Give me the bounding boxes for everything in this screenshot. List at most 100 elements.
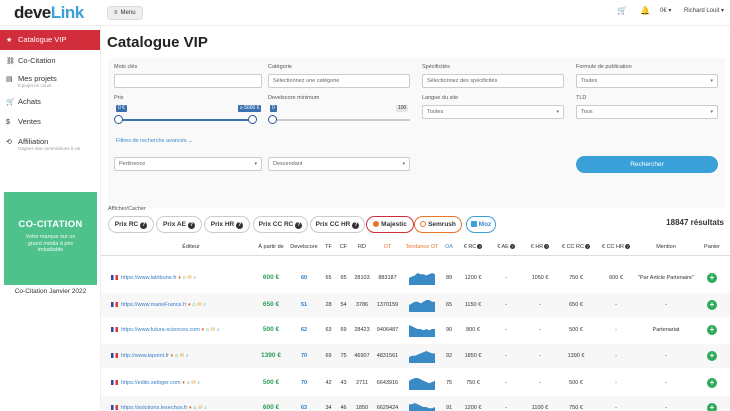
advanced-filters-toggle[interactable]: Filtres de recherche avancés ⌄ [116, 138, 193, 144]
home-icon: ⌂ [192, 302, 196, 308]
share-icon: ⟲ [6, 139, 12, 146]
ds-cell[interactable]: 63 [288, 396, 320, 411]
develscore-slider-track[interactable] [272, 119, 410, 121]
toggle-prix-hr[interactable]: Prix HR? [204, 216, 250, 233]
sidebar-item-label: Affiliation [18, 137, 49, 146]
ds-cell[interactable]: 62 [288, 318, 320, 342]
header-cc-hr[interactable]: € CC HR? [597, 244, 635, 250]
ds-cell[interactable]: 70 [288, 371, 320, 395]
price-cell: 500 € [262, 326, 280, 333]
header-hr[interactable]: € HR? [524, 244, 556, 250]
toggle-prix-cc-hr[interactable]: Prix CC HR? [310, 216, 365, 233]
ccrc-cell: 750 € [569, 275, 583, 281]
cchr-cell: - [615, 405, 617, 411]
sidebar-item-ventes[interactable]: $ Ventes [0, 114, 100, 129]
sort-select[interactable]: Pertinence ▾ [114, 157, 262, 171]
ds-cell[interactable]: 70 [288, 344, 320, 368]
category-select[interactable]: Sélectionnez une catégorie [268, 74, 410, 88]
ae-cell: - [505, 275, 507, 281]
header-label: RD [358, 244, 366, 250]
balance-dropdown[interactable]: 0€ ▾ [660, 7, 671, 14]
site-link[interactable]: https://www.latribune.fr [121, 275, 177, 281]
sidebar-item-catalogue-vip[interactable]: ★ Catalogue VIP [0, 30, 100, 50]
sidebar-item-affiliation[interactable]: ⟲ Affiliation Gagnez des commissions à vi… [0, 134, 100, 154]
rd-cell: 28423 [354, 327, 370, 333]
add-to-cart-icon[interactable]: + [707, 300, 717, 310]
bell-icon[interactable]: 🔔 [640, 6, 650, 15]
tf-cell: 28 [325, 302, 332, 308]
ot-cell: 4831561 [376, 353, 399, 359]
add-to-cart-icon[interactable]: + [707, 351, 717, 361]
specifics-select[interactable]: Sélectionnez des spécificités [422, 74, 564, 88]
menu-button[interactable]: ≡ Menu [107, 6, 143, 20]
cart-icon[interactable]: 🛒 [617, 6, 627, 15]
develscore-slider-handle[interactable] [268, 115, 277, 124]
toggle-prix-rc[interactable]: Prix RC? [108, 216, 154, 233]
link-icon: ⛓ [6, 58, 15, 65]
help-icon: ? [352, 222, 360, 229]
toggle-semrush[interactable]: Semrush [414, 216, 462, 233]
header-price[interactable]: À partir de [251, 244, 291, 250]
rc-cell: 1200 € [464, 275, 482, 281]
co-citation-promo[interactable]: CO-CITATION Votre marque sur un grand mé… [4, 192, 97, 285]
toggle-majestic[interactable]: Majestic [366, 216, 414, 233]
site-link[interactable]: https://www.marieFrance.fr [121, 302, 186, 308]
cchr-cell: - [615, 353, 617, 359]
toggle-prix-cc-rc[interactable]: Prix CC RC? [253, 216, 308, 233]
header-mention[interactable]: Mention [636, 244, 696, 250]
sidebar-item-achats[interactable]: 🛒 Achats [0, 94, 100, 109]
header-ae[interactable]: € AE? [491, 244, 521, 250]
sparkline-area [409, 273, 435, 285]
mail-icon: ✉ [197, 405, 203, 411]
ot-cell: 883187 [378, 275, 397, 281]
language-label: Langue du site [422, 95, 459, 101]
logo[interactable]: deveLink [14, 3, 84, 23]
toggle-prix-ae[interactable]: Prix AE? [156, 216, 202, 233]
ds-cell[interactable]: 51 [288, 293, 320, 317]
header-editeur[interactable]: Éditeur [131, 244, 251, 250]
add-to-cart-icon[interactable]: + [707, 273, 717, 283]
header-cc-rc[interactable]: € CC RC? [557, 244, 595, 250]
toggle-moz[interactable]: Moz [466, 216, 496, 233]
mention-cell: - [665, 302, 667, 308]
france-flag-icon [111, 326, 118, 332]
price-slider-min-handle[interactable] [114, 115, 123, 124]
site-link[interactable]: https://solutions.lesechos.fr [121, 405, 187, 411]
order-select[interactable]: Descendant ▾ [268, 157, 410, 171]
header-tf[interactable]: TF [321, 244, 336, 250]
oa-cell: 90 [445, 327, 453, 333]
header-oa[interactable]: OA [441, 244, 457, 250]
site-link[interactable]: https://edito.seloger.com [121, 380, 181, 386]
twitter-icon: ♪ [203, 302, 206, 308]
user-menu[interactable]: Richard Louit ▾ [684, 7, 724, 14]
header-ot[interactable]: OT [375, 244, 400, 250]
tld-select[interactable]: Tous ▾ [576, 105, 718, 119]
site-link[interactable]: http://www.lepoint.fr [121, 353, 169, 359]
help-icon: ? [509, 244, 515, 249]
language-select[interactable]: Toutes ▾ [422, 105, 564, 119]
site-link[interactable]: https://www.futura-sciences.com [121, 327, 200, 333]
add-to-cart-icon[interactable]: + [707, 403, 717, 411]
price-slider-max-handle[interactable] [248, 115, 257, 124]
help-icon: ? [140, 222, 148, 229]
header-rc[interactable]: € RC? [457, 244, 489, 250]
add-to-cart-icon[interactable]: + [707, 378, 717, 388]
header-cf[interactable]: CF [336, 244, 351, 250]
hr-cell: - [539, 380, 541, 386]
sidebar-item-mes-projets[interactable]: ▤ Mes projets 0 projet en cours [0, 71, 100, 91]
mail-icon: ✉ [187, 275, 192, 281]
formula-select[interactable]: Toutes ▾ [576, 74, 718, 88]
add-to-cart-icon[interactable]: + [707, 325, 717, 335]
ds-cell[interactable]: 60 [288, 266, 320, 290]
sidebar-item-co-citation[interactable]: ⛓ Co-Citation [0, 53, 100, 68]
header-tendance-ot[interactable]: Tendance OT [403, 244, 441, 250]
price-slider-track[interactable] [118, 119, 252, 121]
search-button[interactable]: Rechercher [576, 156, 718, 173]
keywords-input[interactable] [114, 74, 262, 88]
ccrc-cell: 750 € [569, 405, 583, 411]
promo-description: Votre marque sur un grand média à prix i… [25, 234, 76, 253]
header-develscore[interactable]: Develscore [288, 244, 320, 250]
header-rd[interactable]: RD [351, 244, 373, 250]
header-panier[interactable]: Panier [699, 244, 725, 250]
cf-cell: 43 [340, 380, 347, 386]
